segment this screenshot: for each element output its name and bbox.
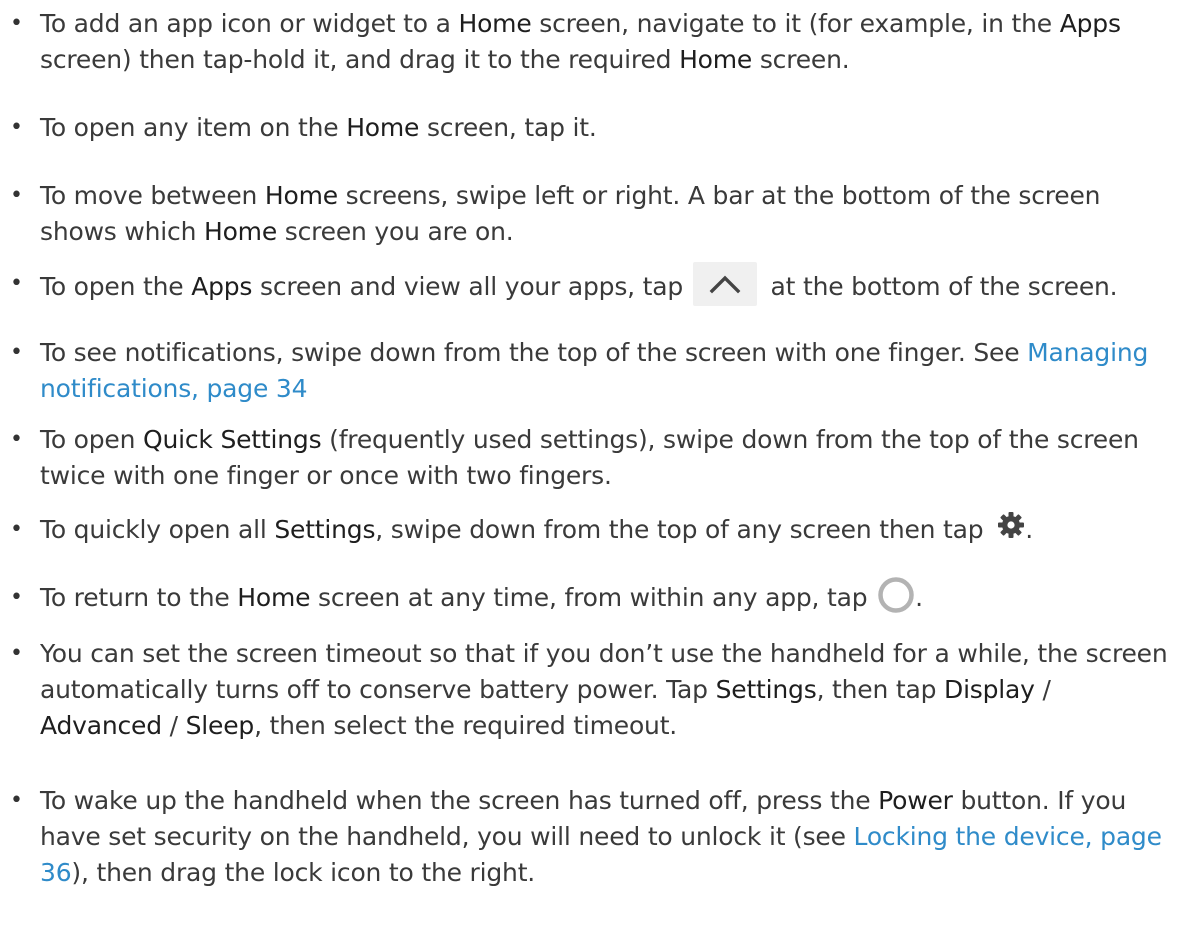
ui-term: Home bbox=[237, 583, 311, 612]
ui-term: Settings bbox=[274, 515, 376, 544]
list-item: • To see notifications, swipe down from … bbox=[10, 335, 1180, 407]
list-item-text: To quickly open all Settings, swipe down… bbox=[40, 512, 1180, 548]
ui-term: Display bbox=[944, 675, 1035, 704]
list-item: • To add an app icon or widget to a Home… bbox=[10, 6, 1180, 78]
text-run: , then tap bbox=[816, 675, 945, 704]
text-run: screen and view all your apps, tap bbox=[252, 272, 691, 301]
bullet-marker: • bbox=[10, 427, 23, 452]
text-run: To open the bbox=[40, 272, 192, 301]
text-run: / bbox=[1034, 675, 1051, 704]
bullet-marker: • bbox=[10, 115, 23, 140]
text-run: ), then drag the lock icon to the right. bbox=[71, 858, 536, 887]
text-run: screen you are on. bbox=[277, 217, 514, 246]
ui-term: Settings bbox=[715, 675, 817, 704]
text-run: / bbox=[161, 711, 186, 740]
ui-term: Home bbox=[458, 9, 532, 38]
list-item: • To open the Apps screen and view all y… bbox=[10, 262, 1180, 310]
text-run: screen) then tap-hold it, and drag it to… bbox=[40, 45, 680, 74]
list-item-text: To open Quick Settings (frequently used … bbox=[40, 422, 1180, 494]
list-item: • To wake up the handheld when the scree… bbox=[10, 783, 1180, 891]
list-item: • To open any item on the Home screen, t… bbox=[10, 110, 1180, 146]
ui-term: Apps bbox=[1059, 9, 1121, 38]
ui-term: Power bbox=[878, 786, 953, 815]
list-item: • You can set the screen timeout so that… bbox=[10, 636, 1180, 744]
ui-term: Home bbox=[679, 45, 753, 74]
list-item-text: To see notifications, swipe down from th… bbox=[40, 335, 1180, 407]
list-item: • To quickly open all Settings, swipe do… bbox=[10, 512, 1180, 548]
list-item-text: To return to the Home screen at any time… bbox=[40, 577, 1180, 618]
ui-term: Home bbox=[203, 217, 277, 246]
text-run: screen, tap it. bbox=[419, 113, 597, 142]
list-item: • To open Quick Settings (frequently use… bbox=[10, 422, 1180, 494]
home-circle-icon bbox=[877, 576, 915, 614]
bullet-marker: • bbox=[10, 11, 23, 36]
ui-term: Sleep bbox=[185, 711, 255, 740]
text-run: To add an app icon or widget to a bbox=[40, 9, 459, 38]
bullet-marker: • bbox=[10, 585, 23, 610]
text-run: To open bbox=[40, 425, 144, 454]
text-run: , then select the required timeout. bbox=[254, 711, 678, 740]
text-run: To return to the bbox=[40, 583, 238, 612]
text-run: To see notifications, swipe down from th… bbox=[40, 338, 1028, 367]
bullet-marker: • bbox=[10, 517, 23, 542]
list-item-text: To move between Home screens, swipe left… bbox=[40, 178, 1180, 250]
text-run: screen. bbox=[752, 45, 850, 74]
text-run: To open any item on the bbox=[40, 113, 347, 142]
text-run: To wake up the handheld when the screen … bbox=[40, 786, 879, 815]
ui-term: Home bbox=[346, 113, 420, 142]
bullet-marker: • bbox=[10, 641, 23, 666]
ui-term: Quick Settings bbox=[143, 425, 322, 454]
list-item-text: To add an app icon or widget to a Home s… bbox=[40, 6, 1180, 78]
text-run: . bbox=[915, 583, 923, 612]
bullet-marker: • bbox=[10, 183, 23, 208]
bullet-marker: • bbox=[10, 340, 23, 365]
ui-term: Home bbox=[264, 181, 338, 210]
gear-icon bbox=[997, 511, 1025, 539]
ui-term: Apps bbox=[191, 272, 253, 301]
list-item: • To move between Home screens, swipe le… bbox=[10, 178, 1180, 250]
text-run: at the bottom of the screen. bbox=[762, 272, 1118, 301]
bullet-marker: • bbox=[10, 788, 23, 813]
document-page: • To add an app icon or widget to a Home… bbox=[0, 0, 1190, 935]
text-run: To move between bbox=[40, 181, 265, 210]
text-run: screen at any time, from within any app,… bbox=[310, 583, 876, 612]
chevron-up-icon bbox=[692, 262, 757, 306]
list-item-text: To open any item on the Home screen, tap… bbox=[40, 110, 1180, 146]
text-run: . bbox=[1025, 515, 1033, 544]
bullet-marker: • bbox=[10, 271, 23, 296]
list-item: • To return to the Home screen at any ti… bbox=[10, 577, 1180, 618]
list-item-text: To wake up the handheld when the screen … bbox=[40, 783, 1180, 891]
text-run: screen, navigate to it (for example, in … bbox=[531, 9, 1060, 38]
text-run: , swipe down from the top of any screen … bbox=[375, 515, 992, 544]
list-item-text: You can set the screen timeout so that i… bbox=[40, 636, 1180, 744]
list-item-text: To open the Apps screen and view all you… bbox=[40, 262, 1180, 310]
ui-term: Advanced bbox=[40, 711, 162, 740]
text-run: To quickly open all bbox=[40, 515, 275, 544]
